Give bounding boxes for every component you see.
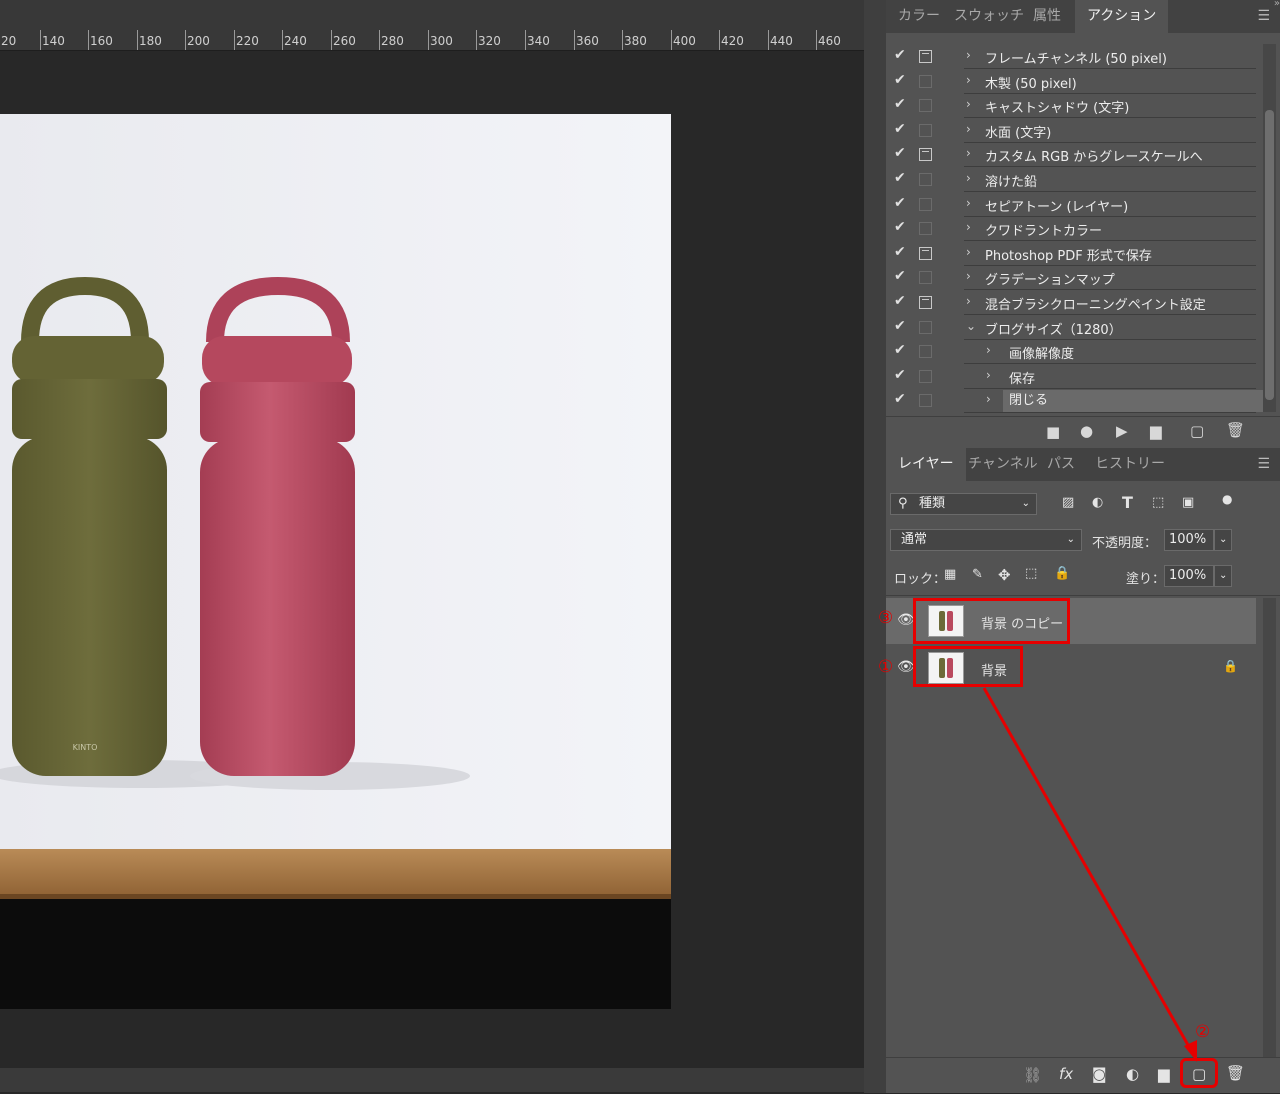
annotation-arrow xyxy=(982,687,1197,1062)
